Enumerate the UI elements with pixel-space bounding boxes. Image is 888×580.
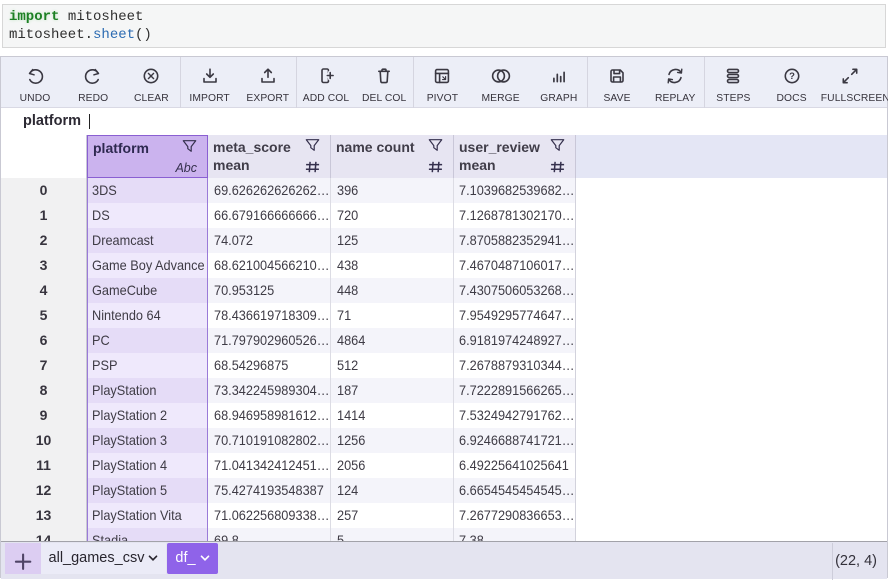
svg-text:?: ?: [789, 71, 795, 82]
